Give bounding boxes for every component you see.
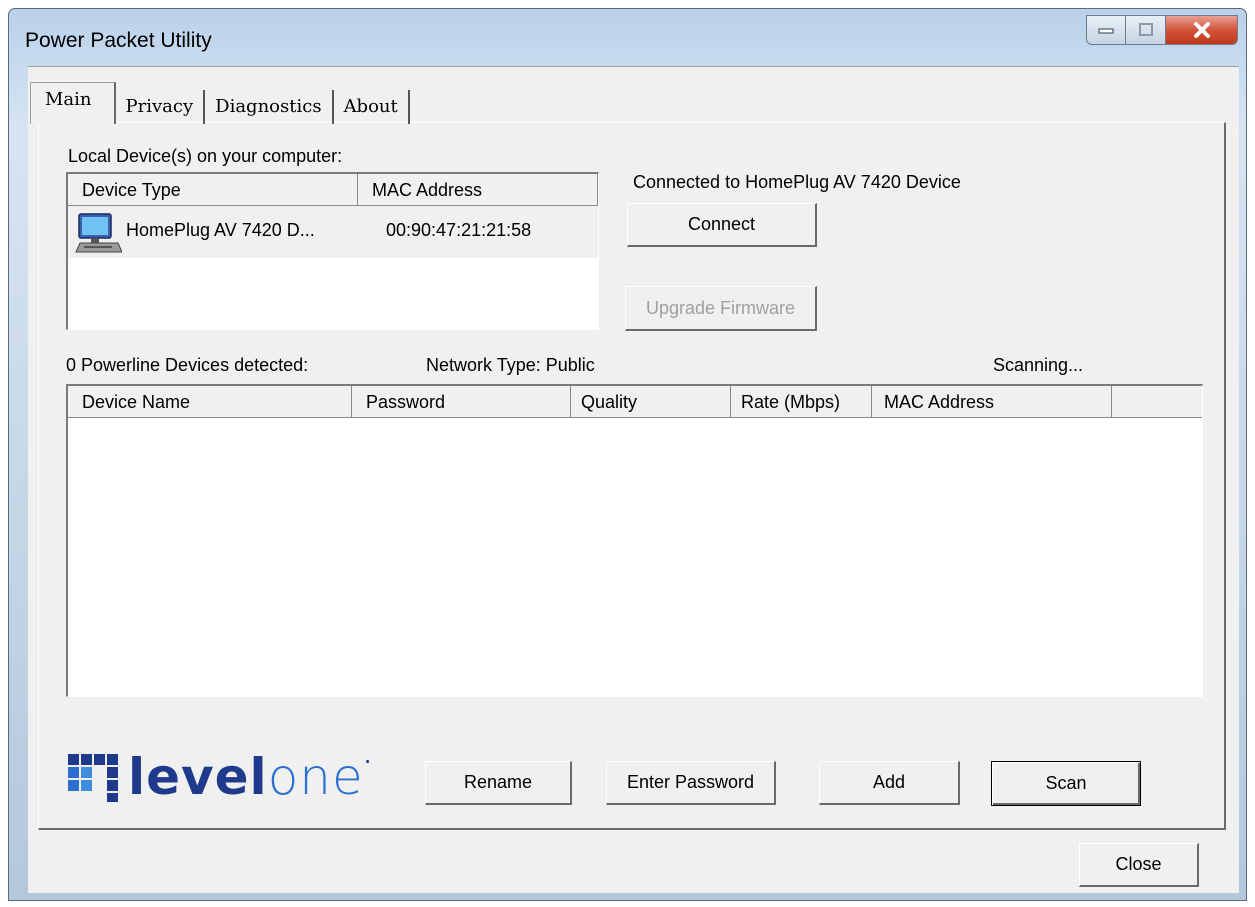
list-item[interactable]: HomePlug AV 7420 D... 00:90:47:21:21:58 (68, 206, 598, 258)
local-devices-label: Local Device(s) on your computer: (68, 146, 343, 166)
column-device-type[interactable]: Device Type (68, 174, 358, 206)
column-rate[interactable]: Rate (Mbps) (731, 386, 872, 418)
logo-trademark: · (363, 748, 373, 776)
connect-button[interactable]: Connect (627, 203, 817, 247)
tab-main[interactable]: Main (30, 82, 116, 124)
powerline-devices-list[interactable]: Device Name Password Quality Rate (Mbps)… (66, 384, 1203, 697)
title-bar[interactable]: Power Packet Utility (9, 9, 1246, 71)
tab-about[interactable]: About (334, 90, 410, 124)
levelone-logo: levelone· (68, 748, 371, 808)
levelone-logo-text: levelone· (128, 748, 372, 806)
column-mac-address[interactable]: MAC Address (358, 174, 598, 206)
column-filler (1112, 386, 1202, 418)
scanning-status: Scanning... (993, 355, 1084, 375)
tab-strip: Main Privacy Diagnostics About (30, 82, 410, 124)
maximize-button[interactable] (1126, 15, 1166, 45)
enter-password-button[interactable]: Enter Password (606, 761, 776, 805)
tab-diagnostics[interactable]: Diagnostics (205, 90, 334, 124)
add-button[interactable]: Add (819, 761, 960, 805)
scan-button[interactable]: Scan (991, 761, 1141, 806)
computer-icon (75, 213, 122, 253)
powerline-detected-count: 0 Powerline Devices detected: (66, 355, 309, 375)
network-type: Network Type: Public (426, 355, 595, 375)
close-icon (1193, 22, 1210, 38)
upgrade-firmware-button[interactable]: Upgrade Firmware (625, 286, 817, 331)
rename-button[interactable]: Rename (425, 761, 572, 805)
local-device-mac: 00:90:47:21:21:58 (386, 220, 532, 240)
tab-privacy[interactable]: Privacy (116, 90, 206, 124)
column-mac-address[interactable]: MAC Address (872, 386, 1112, 418)
column-device-name[interactable]: Device Name (68, 386, 352, 418)
local-device-type: HomePlug AV 7420 D... (126, 220, 315, 240)
minimize-button[interactable] (1086, 15, 1126, 45)
logo-text-one: one (267, 748, 364, 806)
local-devices-list[interactable]: Device Type MAC Address HomePlug AV 7420… (66, 172, 599, 330)
column-password[interactable]: Password (352, 386, 571, 418)
close-window-button[interactable] (1166, 15, 1238, 45)
close-button[interactable]: Close (1079, 843, 1199, 887)
logo-text-level: level (128, 748, 268, 806)
maximize-icon (1138, 23, 1153, 36)
minimize-icon (1098, 28, 1114, 34)
column-quality[interactable]: Quality (571, 386, 731, 418)
caption-buttons (1086, 15, 1238, 45)
window-title: Power Packet Utility (25, 29, 212, 52)
levelone-logo-mark (68, 754, 118, 802)
connection-status: Connected to HomePlug AV 7420 Device (633, 172, 961, 192)
